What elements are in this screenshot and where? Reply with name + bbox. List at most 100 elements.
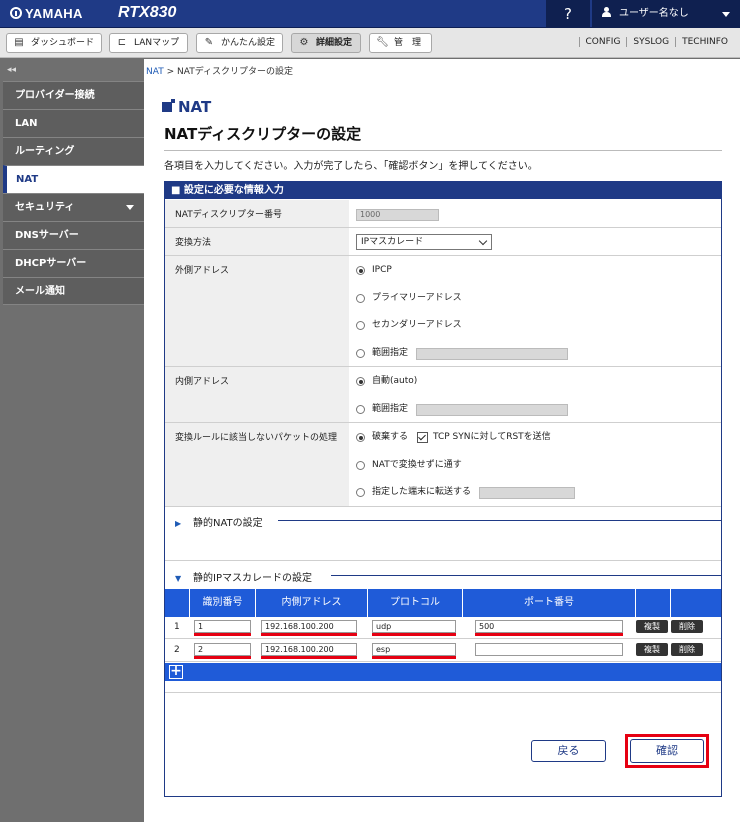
tab-management[interactable]: 🔧︎ 管 理 — [369, 33, 432, 53]
inner-range-input — [416, 404, 568, 416]
descriptor-number-field: 1000 — [356, 209, 439, 221]
settings-panel: ■ 設定に必要な情報入力 NATディスクリプター番号 1000 変換方法 IPマ… — [164, 181, 722, 797]
inner-address-label: 内側アドレス — [165, 367, 349, 422]
highlight-underline — [475, 633, 623, 636]
chevron-down-icon — [722, 12, 730, 17]
user-icon — [602, 7, 611, 17]
tab-dashboard[interactable]: ▤ ダッシュボード — [6, 33, 102, 53]
tab-label: 詳細設定 — [316, 38, 353, 48]
forward-radio[interactable]: 指定した端末に転送する — [356, 486, 471, 498]
sidebar-item-label: セキュリティ — [15, 202, 75, 213]
breadcrumb: NAT > NATディスクリプターの設定 — [146, 64, 293, 77]
title-divider — [164, 150, 722, 151]
copy-button[interactable]: 複製 — [636, 620, 668, 633]
chevron-down-icon — [126, 205, 134, 210]
sidebar-item-routing[interactable]: ルーティング — [3, 137, 144, 165]
row-index: 1 — [174, 622, 180, 632]
col-no — [165, 589, 190, 617]
col-delete — [671, 589, 721, 617]
instruction-text: 各項目を入力してください。入力が完了したら、「確認ボタン」を押してください。 — [164, 161, 538, 172]
static-masquerade-rule — [331, 575, 721, 576]
yamaha-logo: YAMAHA — [10, 6, 83, 21]
collapse-sidebar-icon[interactable]: ◂◂ — [7, 65, 16, 75]
static-nat-label: 静的NATの設定 — [193, 518, 263, 529]
protocol-input[interactable]: esp — [372, 643, 456, 656]
add-row-button[interactable]: + — [169, 664, 183, 679]
tcp-rst-checkbox[interactable]: TCP SYNに対してRSTを送信 — [417, 431, 551, 443]
outer-range-input — [416, 348, 568, 360]
delete-button[interactable]: 削除 — [671, 620, 703, 633]
main-tab-bar: ▤ ダッシュボード ⊏ LANマップ ✎ かんたん設定 ⚙ 詳細設定 🔧︎ 管 理 CON… — [0, 28, 740, 58]
chevron-down-icon: ▼ — [175, 574, 182, 583]
col-inner-address: 内側アドレス — [256, 589, 368, 617]
tab-lan-map[interactable]: ⊏ LANマップ — [109, 33, 188, 53]
discard-radio[interactable]: 破棄する — [356, 431, 408, 443]
outer-address-row: 外側アドレス IPCP プライマリーアドレス セカンダリーアドレス 範囲指定 — [165, 256, 721, 367]
pass-through-radio[interactable]: NATで変換せずに通す — [356, 459, 462, 471]
breadcrumb-nat-link[interactable]: NAT — [146, 67, 164, 77]
config-link[interactable]: CONFIG — [578, 37, 627, 47]
port-input[interactable] — [475, 643, 623, 656]
wizard-icon: ✎ — [204, 37, 214, 48]
techinfo-link[interactable]: TECHINFO — [675, 37, 734, 47]
section-divider — [165, 560, 721, 561]
outer-ipcp-radio[interactable]: IPCP — [356, 264, 392, 276]
static-masquerade-label: 静的IPマスカレードの設定 — [193, 573, 312, 584]
sidebar-item-nat[interactable]: NAT — [3, 165, 144, 193]
outer-primary-radio[interactable]: プライマリーアドレス — [356, 292, 462, 304]
top-bar: YAMAHA RTX830 ? ユーザー名なし — [0, 0, 740, 28]
outer-address-label: 外側アドレス — [165, 256, 349, 366]
col-port: ポート番号 — [463, 589, 636, 617]
sidebar-item-dns[interactable]: DNSサーバー — [3, 221, 144, 249]
user-menu[interactable]: ユーザー名なし — [592, 0, 740, 28]
inner-auto-radio[interactable]: 自動(auto) — [356, 375, 417, 387]
inner-range-radio[interactable]: 範囲指定 — [356, 403, 408, 415]
col-copy — [636, 589, 671, 617]
protocol-input[interactable]: udp — [372, 620, 456, 633]
sidebar-item-lan[interactable]: LAN — [3, 109, 144, 137]
top-links: CONFIG SYSLOG TECHINFO — [578, 37, 734, 47]
col-protocol: プロトコル — [368, 589, 463, 617]
highlight-underline — [194, 656, 251, 659]
static-masquerade-toggle[interactable]: ▼ 静的IPマスカレードの設定 — [175, 569, 312, 584]
inner-address-row: 内側アドレス 自動(auto) 範囲指定 — [165, 367, 721, 423]
section-label: NAT — [178, 98, 212, 116]
page-title: NATディスクリプターの設定 — [164, 125, 362, 143]
add-row-bar: + — [165, 663, 721, 681]
tab-easy-setup[interactable]: ✎ かんたん設定 — [196, 33, 283, 53]
static-nat-toggle[interactable]: ▶ 静的NATの設定 — [175, 514, 263, 529]
descriptor-row: NATディスクリプター番号 1000 — [165, 200, 721, 228]
descriptor-label: NATディスクリプター番号 — [165, 200, 349, 227]
back-button[interactable]: 戻る — [531, 740, 606, 762]
sidebar-item-security[interactable]: セキュリティ — [3, 193, 144, 221]
help-button[interactable]: ? — [546, 0, 590, 28]
sidebar-item-provider[interactable]: プロバイダー接続 — [3, 81, 144, 109]
id-input[interactable]: 2 — [194, 643, 251, 656]
outer-secondary-radio[interactable]: セカンダリーアドレス — [356, 319, 462, 331]
forward-host-input — [479, 487, 575, 499]
tab-advanced-settings[interactable]: ⚙ 詳細設定 — [291, 33, 361, 53]
dashboard-icon: ▤ — [14, 37, 24, 48]
highlight-underline — [372, 656, 456, 659]
port-input[interactable]: 500 — [475, 620, 623, 633]
sidebar-item-mail[interactable]: メール通知 — [3, 277, 144, 305]
method-select[interactable]: IPマスカレード — [356, 234, 492, 250]
method-row: 変換方法 IPマスカレード — [165, 228, 721, 256]
section-title: NAT — [162, 98, 211, 116]
lan-map-icon: ⊏ — [117, 37, 127, 48]
tab-label: LANマップ — [134, 38, 180, 48]
confirm-button[interactable]: 確認 — [630, 739, 704, 763]
wrench-icon: 🔧︎ — [376, 37, 389, 48]
inner-address-input[interactable]: 192.168.100.200 — [261, 643, 357, 656]
outer-range-radio[interactable]: 範囲指定 — [356, 347, 408, 359]
static-nat-rule — [278, 520, 721, 521]
inner-address-input[interactable]: 192.168.100.200 — [261, 620, 357, 633]
unmatched-packet-row: 変換ルールに該当しないパケットの処理 破棄する TCP SYNに対してRSTを送… — [165, 423, 721, 507]
highlight-underline — [372, 633, 456, 636]
copy-button[interactable]: 複製 — [636, 643, 668, 656]
delete-button[interactable]: 削除 — [671, 643, 703, 656]
method-label: 変換方法 — [165, 228, 349, 255]
sidebar-item-dhcp[interactable]: DHCPサーバー — [3, 249, 144, 277]
syslog-link[interactable]: SYSLOG — [626, 37, 676, 47]
id-input[interactable]: 1 — [194, 620, 251, 633]
